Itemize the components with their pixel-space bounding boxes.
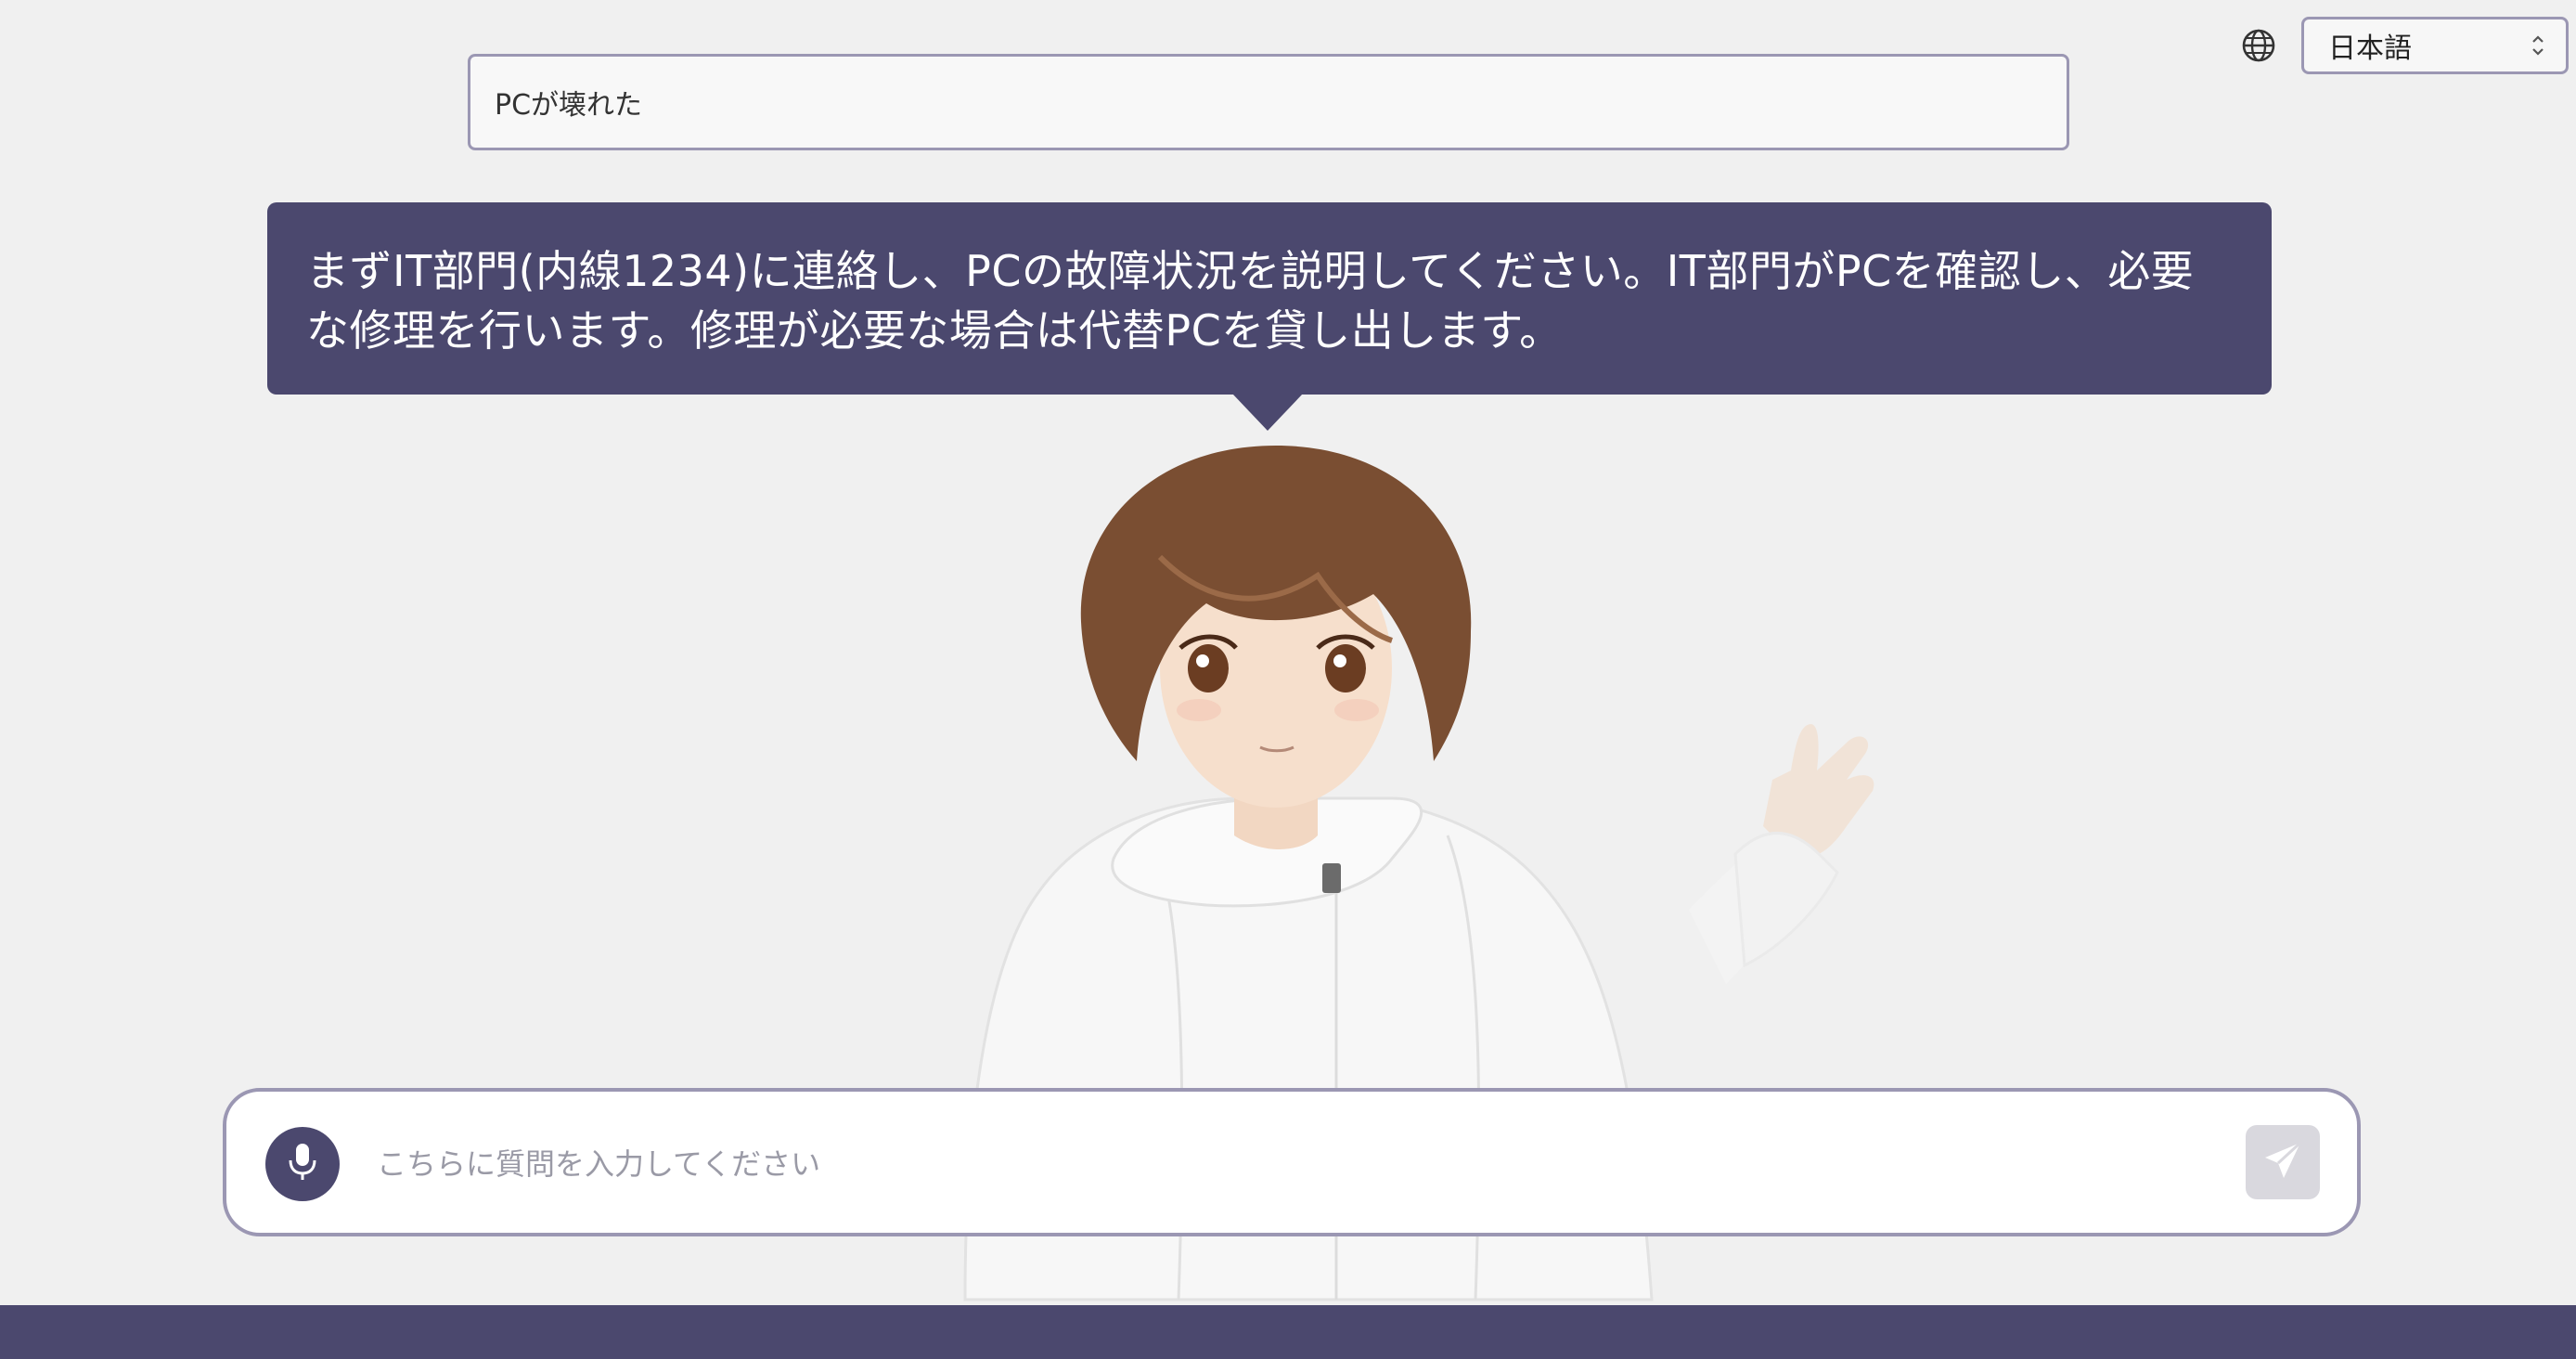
language-selector-area: 日本語 [2240, 17, 2569, 74]
question-display: PCが壊れた [468, 54, 2069, 150]
app-root: 日本語 PCが壊れた まずIT部門(内線1234)に連絡し、PCの故障状況を説明… [0, 0, 2576, 1359]
question-text: PCが壊れた [495, 89, 643, 122]
send-paper-plane-icon [2261, 1139, 2304, 1185]
microphone-icon [286, 1142, 319, 1186]
language-select-value: 日本語 [2328, 32, 2412, 65]
globe-icon [2240, 27, 2277, 64]
send-button[interactable] [2246, 1125, 2320, 1199]
footer-bar [0, 1305, 2576, 1359]
question-input-bar [223, 1088, 2361, 1236]
question-input[interactable] [377, 1129, 2140, 1199]
answer-text-line-1: まずIT部門(内線1234)に連絡し、PCの故障状況を説明してください。IT部門… [306, 246, 2195, 296]
microphone-button[interactable] [265, 1127, 340, 1201]
answer-text-line-2: な修理を行います。修理が必要な場合は代替PCを貸し出します。 [306, 305, 1563, 356]
answer-bubble: まずIT部門(内線1234)に連絡し、PCの故障状況を説明してください。IT部門… [267, 202, 2272, 395]
language-select[interactable]: 日本語 [2301, 17, 2569, 74]
chevron-updown-icon [2531, 33, 2545, 58]
